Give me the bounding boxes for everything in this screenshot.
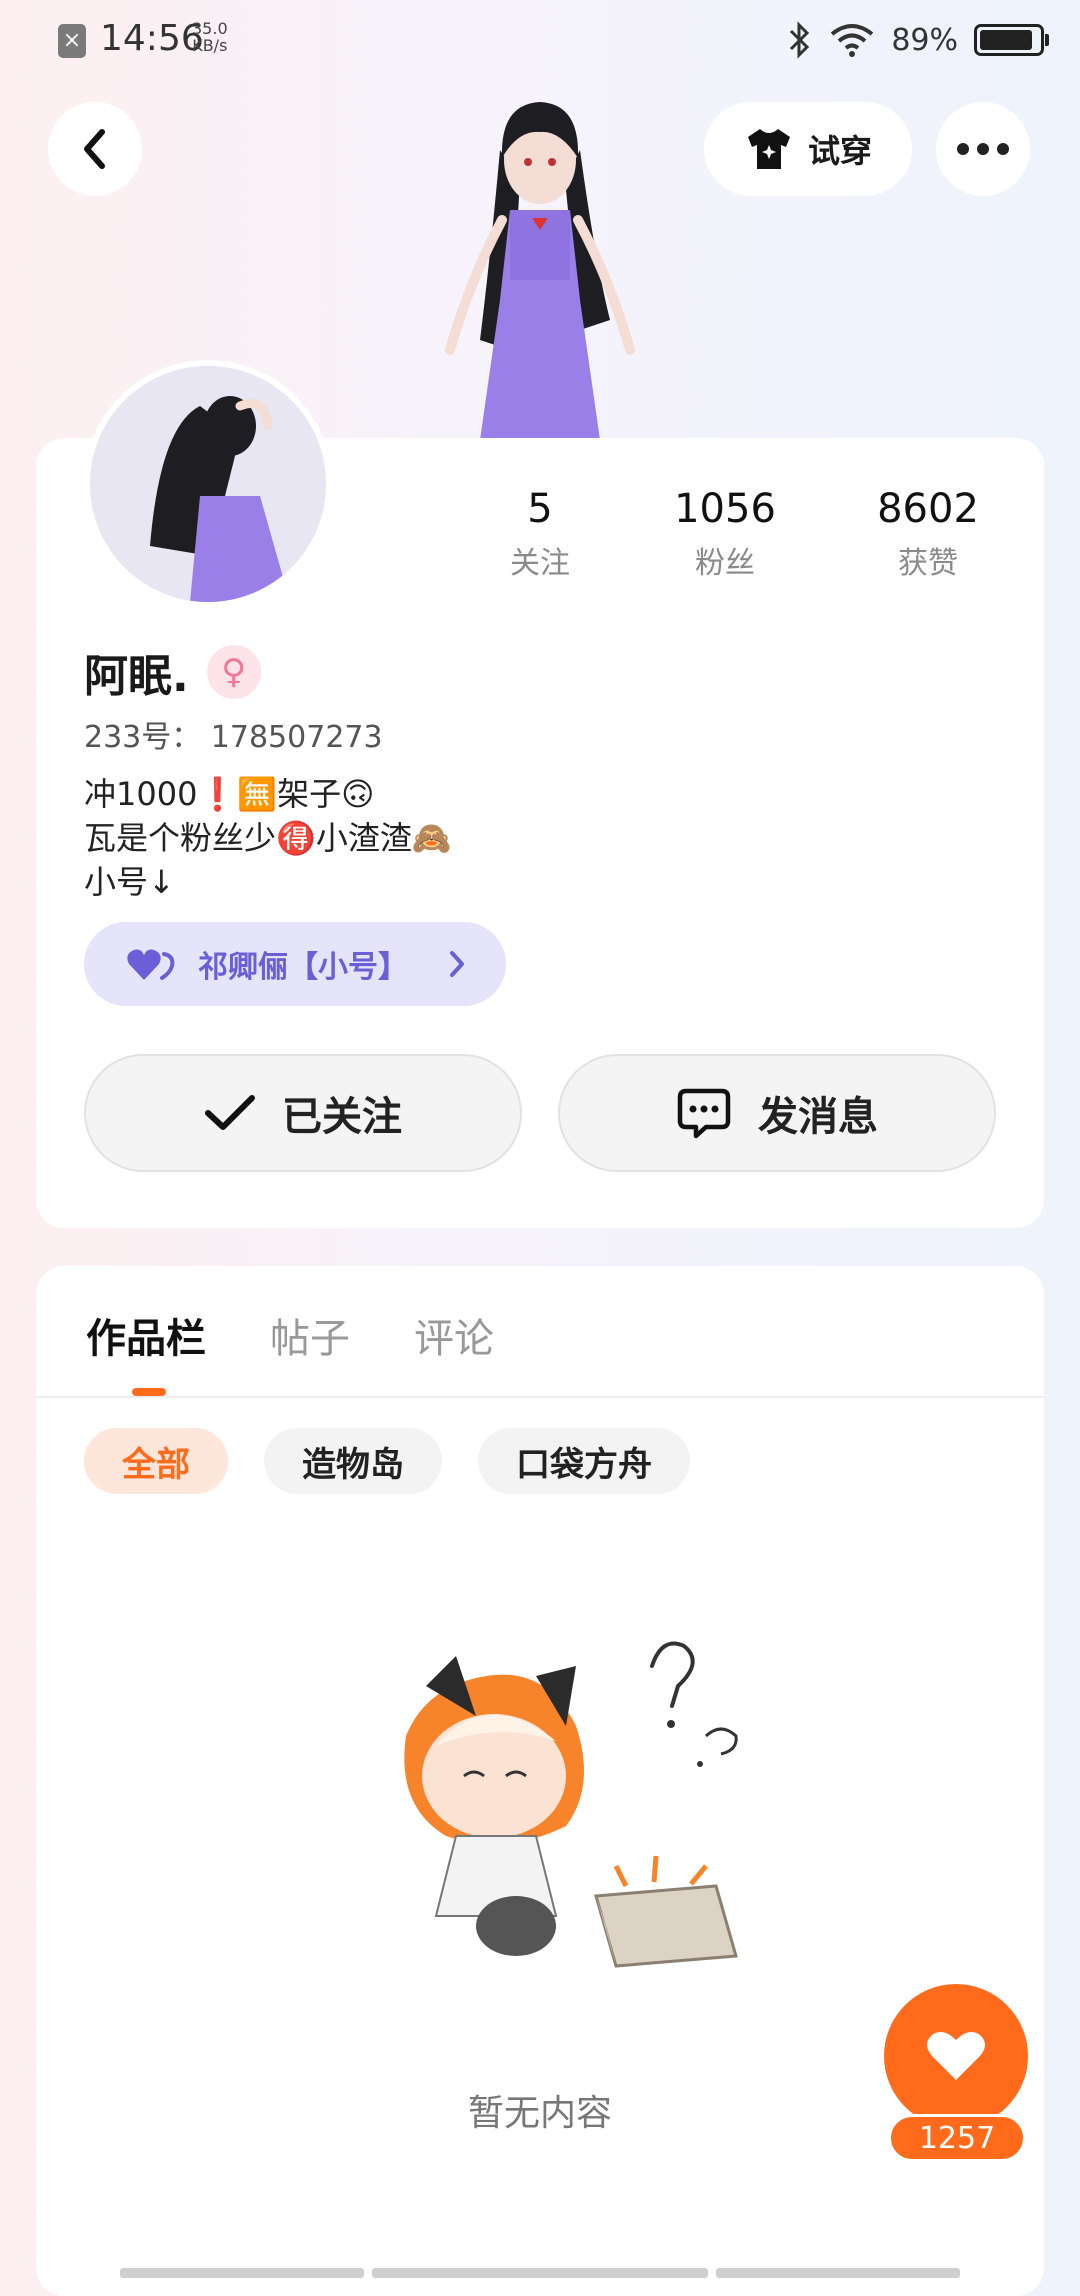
bluetooth-icon: [790, 21, 810, 59]
name-row: 阿眠. ♀: [84, 640, 261, 704]
network-speed: 35.0 KB/s: [192, 20, 228, 54]
following-label: 已关注: [282, 1094, 402, 1140]
more-button[interactable]: [936, 102, 1030, 196]
tab-works[interactable]: 作品栏: [86, 1306, 206, 1364]
active-tab-indicator: [132, 1388, 166, 1396]
alt-account-name: 祁卿俪【小号】: [198, 950, 408, 985]
chat-bubble-icon: [677, 1088, 731, 1139]
send-message-label: 发消息: [758, 1094, 878, 1140]
battery-icon: [974, 24, 1049, 56]
network-speed-unit: KB/s: [192, 36, 228, 55]
user-id[interactable]: 233号： 178507273: [84, 712, 383, 756]
avatar-image: [90, 366, 326, 602]
network-speed-value: 35.0: [192, 19, 228, 38]
tab-comments[interactable]: 评论: [414, 1306, 494, 1364]
bio: 冲1000❗️🈚架子🙃 瓦是个粉丝少🉐小渣渣🙈 小号↓: [84, 772, 452, 904]
hearts-icon: [127, 949, 175, 980]
checkmark-icon: [205, 1095, 255, 1130]
try-on-label: 试穿: [807, 132, 872, 170]
battery-percent: 89%: [891, 22, 958, 58]
like-button[interactable]: [884, 1984, 1028, 2128]
tab-posts[interactable]: 帖子: [270, 1306, 350, 1364]
profile-stats: 5 关注 1056 粉丝 8602 获赞: [450, 486, 1010, 586]
stat-followers-label: 粉丝: [695, 546, 755, 581]
bio-line: 冲1000❗️🈚架子🙃: [84, 775, 375, 813]
stat-likes-value: 8602: [877, 486, 979, 532]
empty-state-illustration: [404, 1641, 738, 1968]
back-button[interactable]: [48, 102, 142, 196]
content-tabs: 作品栏 帖子 评论: [86, 1306, 494, 1364]
filter-chips: 全部 造物岛 口袋方舟: [84, 1428, 690, 1494]
try-on-button[interactable]: 试穿: [704, 102, 912, 196]
stat-likes[interactable]: 8602 获赞: [838, 486, 1018, 582]
status-time: 14:56: [100, 18, 204, 59]
alt-account-link[interactable]: 祁卿俪【小号】: [84, 922, 506, 1006]
filter-all[interactable]: 全部: [84, 1428, 228, 1494]
send-message-button[interactable]: 发消息: [558, 1054, 996, 1172]
stat-following-value: 5: [527, 486, 553, 532]
tshirt-icon: [747, 129, 790, 169]
avatar[interactable]: [84, 360, 332, 608]
status-bar: × 14:56 35.0 KB/s 89%: [0, 0, 1080, 80]
stat-followers-value: 1056: [674, 486, 776, 532]
username: 阿眠.: [84, 651, 189, 702]
bottom-scroll-indicator: [120, 2268, 960, 2278]
female-gender-icon: ♀: [206, 645, 261, 699]
bio-line: 小号↓: [84, 863, 175, 901]
heart-icon: [927, 2031, 985, 2080]
filter-pocket-ark[interactable]: 口袋方舟: [478, 1428, 690, 1494]
chevron-right-icon: [450, 951, 464, 977]
status-right: 89%: [787, 18, 1049, 62]
wifi-icon: [831, 24, 874, 57]
bio-line: 瓦是个粉丝少🉐小渣渣🙈: [84, 819, 452, 857]
character-avatar-3d: [445, 102, 635, 440]
following-button[interactable]: 已关注: [84, 1054, 522, 1172]
chevron-left-icon: [84, 129, 105, 169]
stat-following-label: 关注: [510, 546, 570, 581]
like-count: 1257: [888, 2114, 1026, 2162]
more-dots-icon: [957, 143, 1009, 155]
stat-likes-label: 获赞: [898, 546, 958, 581]
notification-x-icon: ×: [58, 24, 86, 58]
stat-following[interactable]: 5 关注: [450, 486, 630, 582]
tabs-divider: [36, 1396, 1044, 1398]
filter-creation-island[interactable]: 造物岛: [264, 1428, 442, 1494]
stat-followers[interactable]: 1056 粉丝: [635, 486, 815, 582]
